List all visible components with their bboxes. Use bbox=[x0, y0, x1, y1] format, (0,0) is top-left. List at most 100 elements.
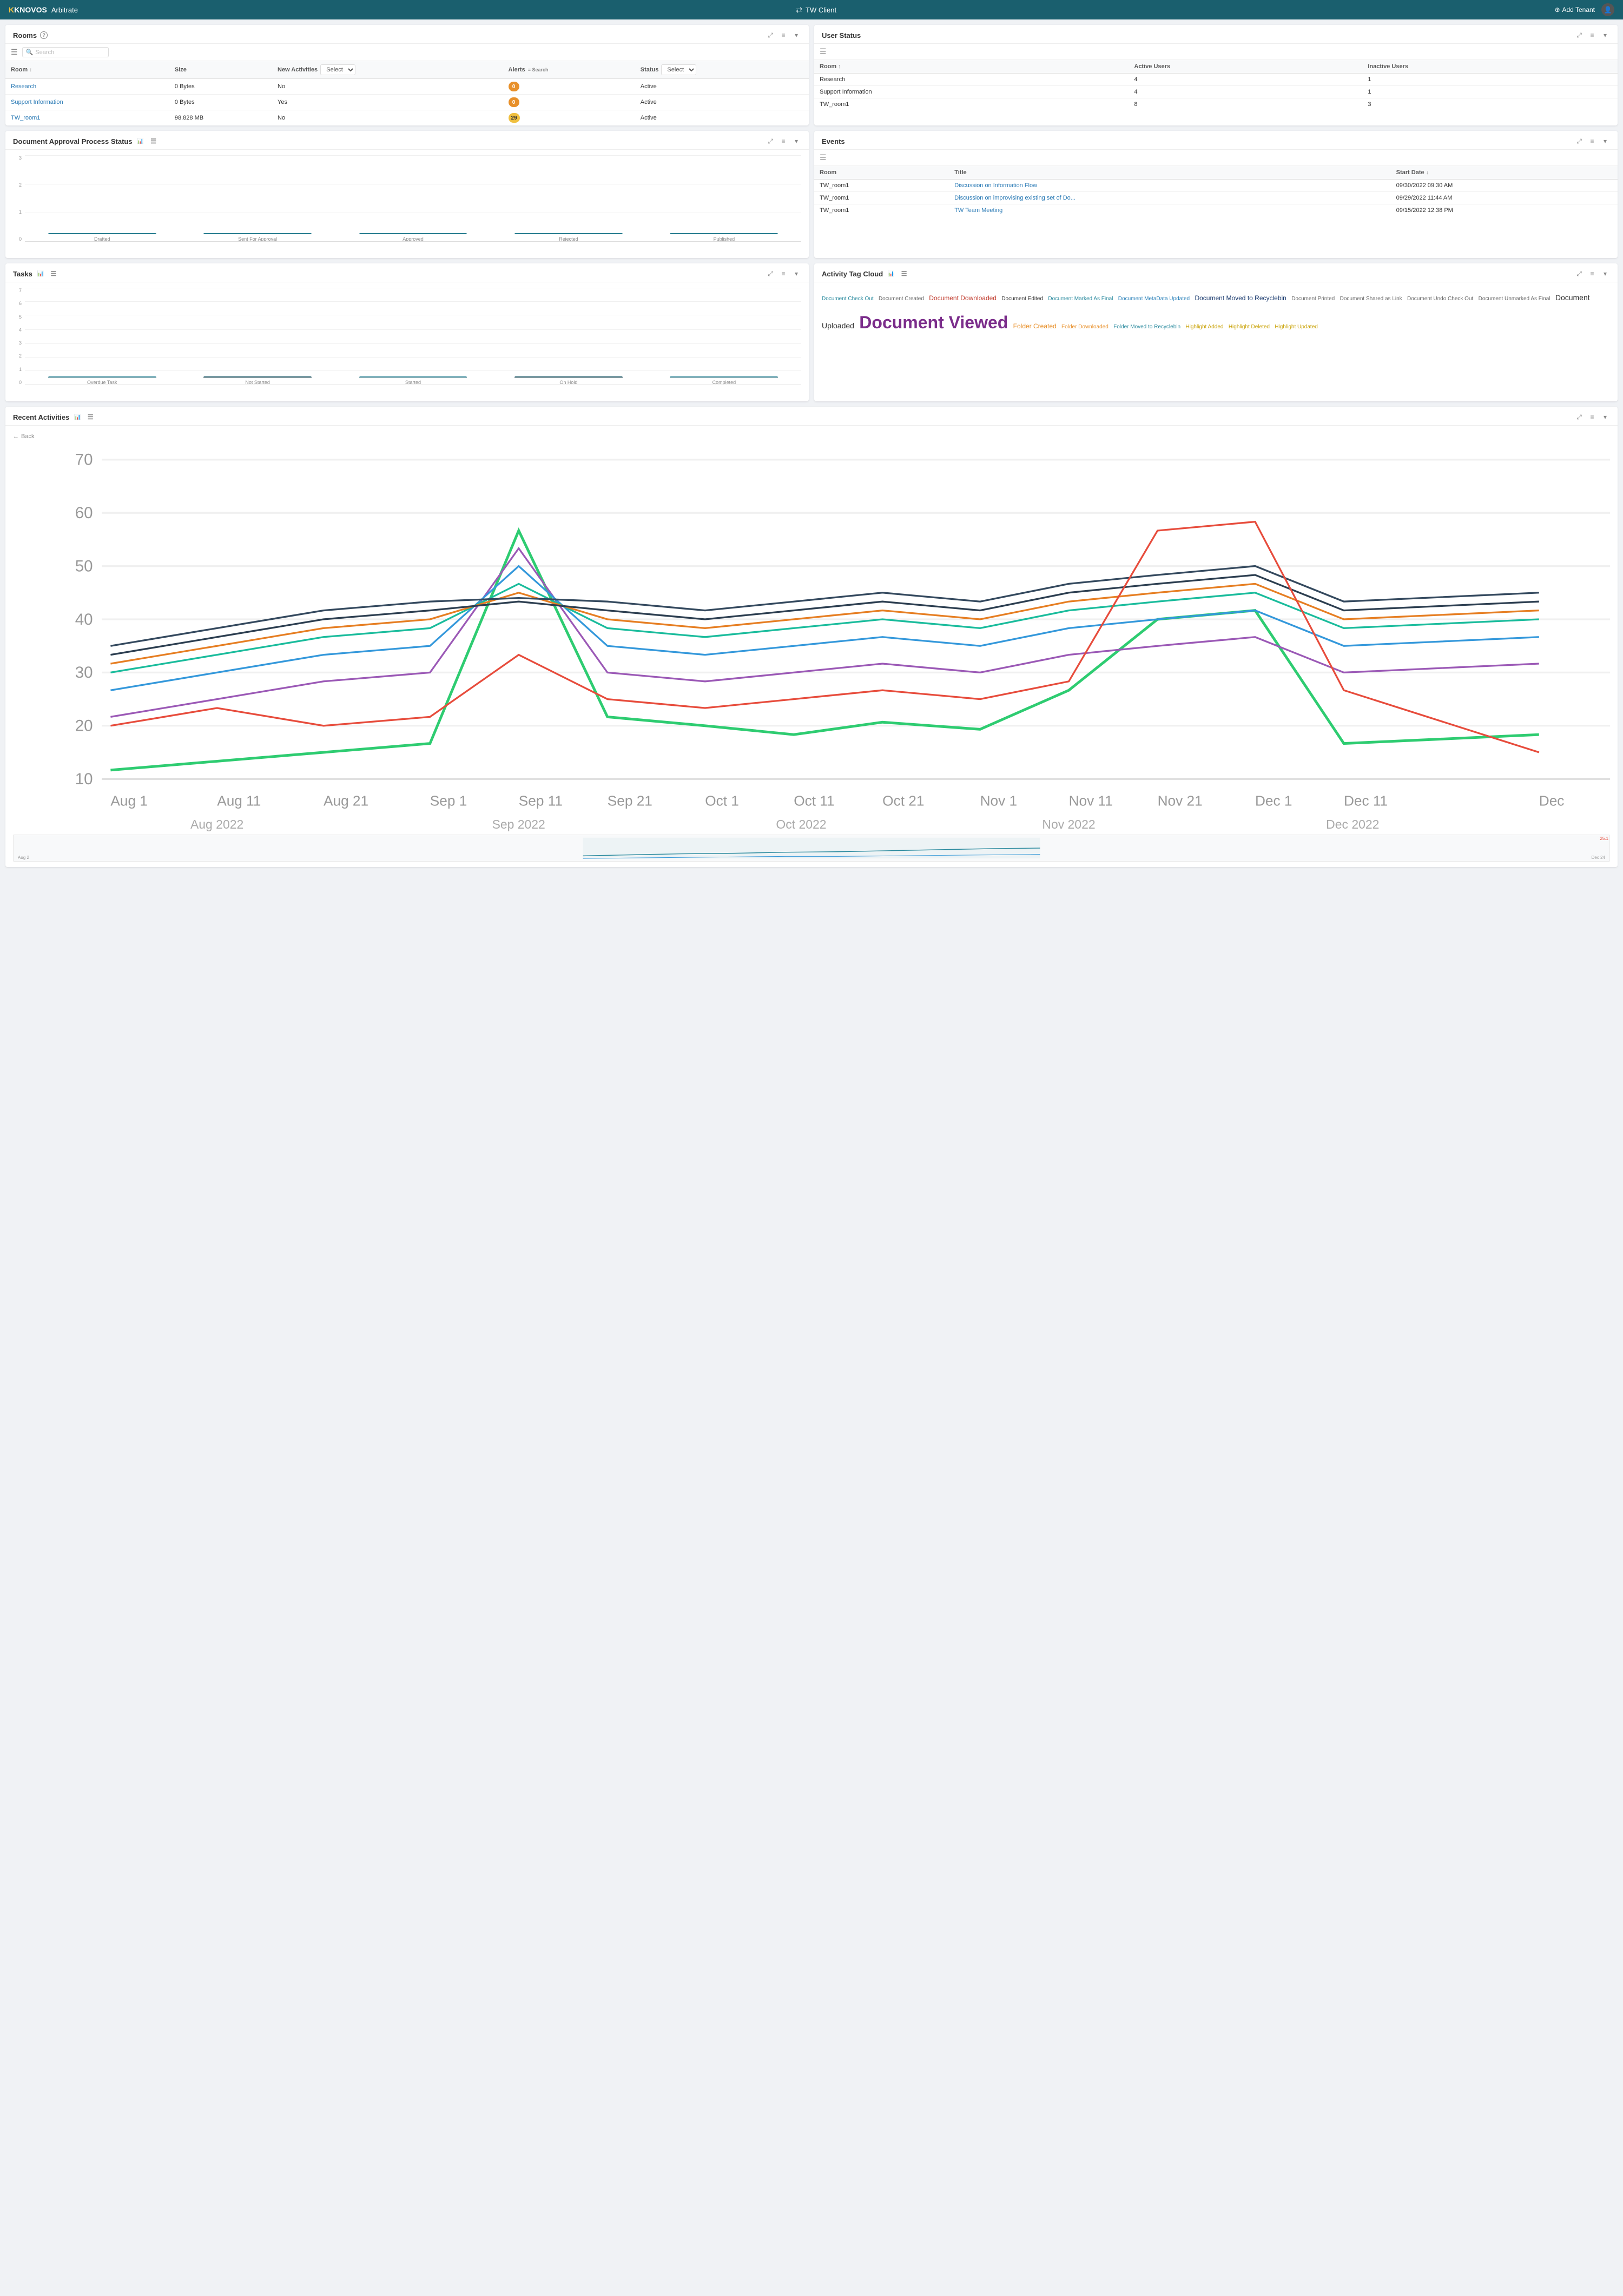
tasks-chart-icon[interactable]: 📊 bbox=[36, 269, 45, 279]
doc-approval-expand-icon[interactable]: ⤢ bbox=[766, 136, 775, 146]
svg-text:Aug 1: Aug 1 bbox=[110, 792, 148, 809]
user-status-widget: User Status ⤢ ≡ ▾ ☰ Room ↑ Active Users … bbox=[814, 25, 1618, 125]
tag-cloud-header: Activity Tag Cloud 📊 ☰ ⤢ ≡ ▾ bbox=[814, 263, 1618, 282]
ev-date-cell: 09/30/2022 09:30 AM bbox=[1391, 180, 1618, 192]
ev-col-title: Title bbox=[949, 166, 1390, 180]
recent-activities-chevron-icon[interactable]: ▾ bbox=[1600, 412, 1610, 422]
tag-item[interactable]: Document Edited bbox=[1001, 296, 1043, 302]
tag-item[interactable]: Highlight Added bbox=[1185, 324, 1223, 330]
ev-title-cell: TW Team Meeting bbox=[949, 204, 1390, 217]
user-status-expand-icon[interactable]: ⤢ bbox=[1574, 30, 1584, 40]
doc-approval-actions: ⤢ ≡ ▾ bbox=[766, 136, 801, 146]
tasks-chart: 7 6 5 4 3 2 1 0 bbox=[13, 288, 801, 396]
svg-text:30: 30 bbox=[75, 664, 93, 681]
doc-approval-chart: 3 2 1 0 Drafted bbox=[13, 155, 801, 253]
new-activities-filter[interactable]: Select bbox=[320, 64, 355, 75]
tasks-header: Tasks 📊 ☰ ⤢ ≡ ▾ bbox=[5, 263, 809, 282]
recent-activities-expand-icon[interactable]: ⤢ bbox=[1574, 412, 1584, 422]
tasks-actions: ⤢ ≡ ▾ bbox=[766, 269, 801, 279]
tag-cloud-menu-icon[interactable]: ≡ bbox=[1587, 269, 1597, 279]
tag-item[interactable]: Document Printed bbox=[1291, 296, 1335, 302]
add-tenant-button[interactable]: ⊕ Add Tenant bbox=[1554, 6, 1595, 14]
tag-item[interactable]: Document Shared as Link bbox=[1340, 296, 1402, 302]
main-content: Rooms ? ⤢ ≡ ▾ ☰ 🔍 Search R bbox=[0, 19, 1623, 872]
tag-item[interactable]: Folder Downloaded bbox=[1061, 324, 1109, 330]
room-name-cell: Support Information bbox=[5, 95, 169, 110]
us-active-cell: 4 bbox=[1129, 86, 1362, 98]
tag-item[interactable]: Document Moved to Recyclebin bbox=[1195, 294, 1286, 302]
tag-item[interactable]: Document Downloaded bbox=[929, 294, 997, 302]
room-name-cell: TW_room1 bbox=[5, 110, 169, 126]
recent-activities-actions: ⤢ ≡ ▾ bbox=[1574, 412, 1610, 422]
ev-title-cell: Discussion on Information Flow bbox=[949, 180, 1390, 192]
tag-item[interactable]: Document Viewed bbox=[859, 313, 1008, 332]
tag-item[interactable]: Highlight Deleted bbox=[1229, 324, 1270, 330]
rooms-help-icon[interactable]: ? bbox=[40, 31, 48, 39]
room-link[interactable]: TW_room1 bbox=[11, 115, 40, 121]
us-col-active: Active Users bbox=[1129, 60, 1362, 74]
svg-text:Dec 11: Dec 11 bbox=[1344, 792, 1388, 809]
tag-cloud-expand-icon[interactable]: ⤢ bbox=[1574, 269, 1584, 279]
tag-item[interactable]: Document MetaData Updated bbox=[1118, 296, 1190, 302]
rooms-col-room: Room ↑ bbox=[5, 61, 169, 79]
recent-activities-chart-icon[interactable]: 📊 bbox=[72, 412, 82, 422]
recent-activities-table-icon[interactable]: ☰ bbox=[85, 412, 95, 422]
tag-item[interactable]: Document Created bbox=[879, 296, 924, 302]
doc-approval-chevron-icon[interactable]: ▾ bbox=[791, 136, 801, 146]
event-link[interactable]: Discussion on improvising existing set o… bbox=[954, 195, 1076, 201]
status-filter[interactable]: Select bbox=[661, 64, 696, 75]
tag-cloud-chevron-icon[interactable]: ▾ bbox=[1600, 269, 1610, 279]
tag-item[interactable]: Highlight Updated bbox=[1275, 324, 1318, 330]
room-size-cell: 98.828 MB bbox=[169, 110, 272, 126]
events-chevron-icon[interactable]: ▾ bbox=[1600, 136, 1610, 146]
doc-approval-menu-icon[interactable]: ≡ bbox=[778, 136, 788, 146]
middle-row: Document Approval Process Status 📊 ☰ ⤢ ≡… bbox=[5, 131, 1618, 258]
alerts-filter-icon[interactable]: ≡ Search bbox=[528, 67, 549, 72]
ev-room-cell: TW_room1 bbox=[814, 204, 949, 217]
user-avatar[interactable]: 👤 bbox=[1601, 3, 1614, 16]
tasks-expand-icon[interactable]: ⤢ bbox=[766, 269, 775, 279]
user-status-chevron-icon[interactable]: ▾ bbox=[1600, 30, 1610, 40]
svg-text:Oct 1: Oct 1 bbox=[705, 792, 739, 809]
rooms-search-box[interactable]: 🔍 Search bbox=[22, 47, 109, 57]
events-expand-icon[interactable]: ⤢ bbox=[1574, 136, 1584, 146]
tag-item[interactable]: Document Unmarked As Final bbox=[1479, 296, 1551, 302]
tag-item[interactable]: Folder Moved to Recyclebin bbox=[1113, 324, 1180, 330]
rooms-table: Room ↑ Size New Activities Select Alerts… bbox=[5, 61, 809, 125]
room-link[interactable]: Support Information bbox=[11, 99, 63, 105]
room-link[interactable]: Research bbox=[11, 83, 36, 90]
rooms-chevron-icon[interactable]: ▾ bbox=[791, 30, 801, 40]
tag-cloud-table-icon[interactable]: ☰ bbox=[899, 269, 909, 279]
tasks-table-icon[interactable]: ☰ bbox=[49, 269, 58, 279]
recent-activities-menu-icon[interactable]: ≡ bbox=[1587, 412, 1597, 422]
tasks-chart-area: 7 6 5 4 3 2 1 0 bbox=[5, 282, 809, 401]
doc-approval-table-icon[interactable]: ☰ bbox=[149, 136, 159, 146]
events-menu-icon[interactable]: ≡ bbox=[1587, 136, 1597, 146]
svg-text:Nov 21: Nov 21 bbox=[1158, 792, 1203, 809]
user-status-table-row: Research 4 1 bbox=[814, 74, 1618, 86]
tag-item[interactable]: Document Check Out bbox=[822, 296, 874, 302]
us-col-inactive: Inactive Users bbox=[1362, 60, 1618, 74]
doc-approval-chart-icon[interactable]: 📊 bbox=[136, 136, 146, 146]
bar-sent-approval: Sent For Approval bbox=[180, 233, 334, 242]
user-status-table-icon: ☰ bbox=[820, 47, 827, 56]
back-button[interactable]: ← Back bbox=[13, 431, 1610, 442]
grid-line-3 bbox=[25, 155, 801, 156]
activity-tag-cloud-widget: Activity Tag Cloud 📊 ☰ ⤢ ≡ ▾ Document Ch… bbox=[814, 263, 1618, 401]
event-link[interactable]: Discussion on Information Flow bbox=[954, 182, 1037, 189]
user-status-menu-icon[interactable]: ≡ bbox=[1587, 30, 1597, 40]
tag-cloud-content: Document Check Out Document Created Docu… bbox=[814, 282, 1618, 347]
tag-item[interactable]: Folder Created bbox=[1013, 322, 1057, 330]
tasks-chevron-icon[interactable]: ▾ bbox=[791, 269, 801, 279]
tag-item[interactable]: Document Marked As Final bbox=[1048, 296, 1113, 302]
svg-text:Sep 1: Sep 1 bbox=[430, 792, 467, 809]
event-link[interactable]: TW Team Meeting bbox=[954, 207, 1002, 214]
rooms-menu-icon[interactable]: ≡ bbox=[778, 30, 788, 40]
rooms-expand-icon[interactable]: ⤢ bbox=[766, 30, 775, 40]
bar-completed: Completed bbox=[647, 376, 801, 385]
tag-item[interactable]: Document Undo Check Out bbox=[1407, 296, 1473, 302]
tag-cloud-chart-icon[interactable]: 📊 bbox=[886, 269, 896, 279]
svg-text:50: 50 bbox=[75, 557, 93, 575]
svg-text:Dec 1: Dec 1 bbox=[1255, 792, 1292, 809]
tasks-menu-icon[interactable]: ≡ bbox=[778, 269, 788, 279]
